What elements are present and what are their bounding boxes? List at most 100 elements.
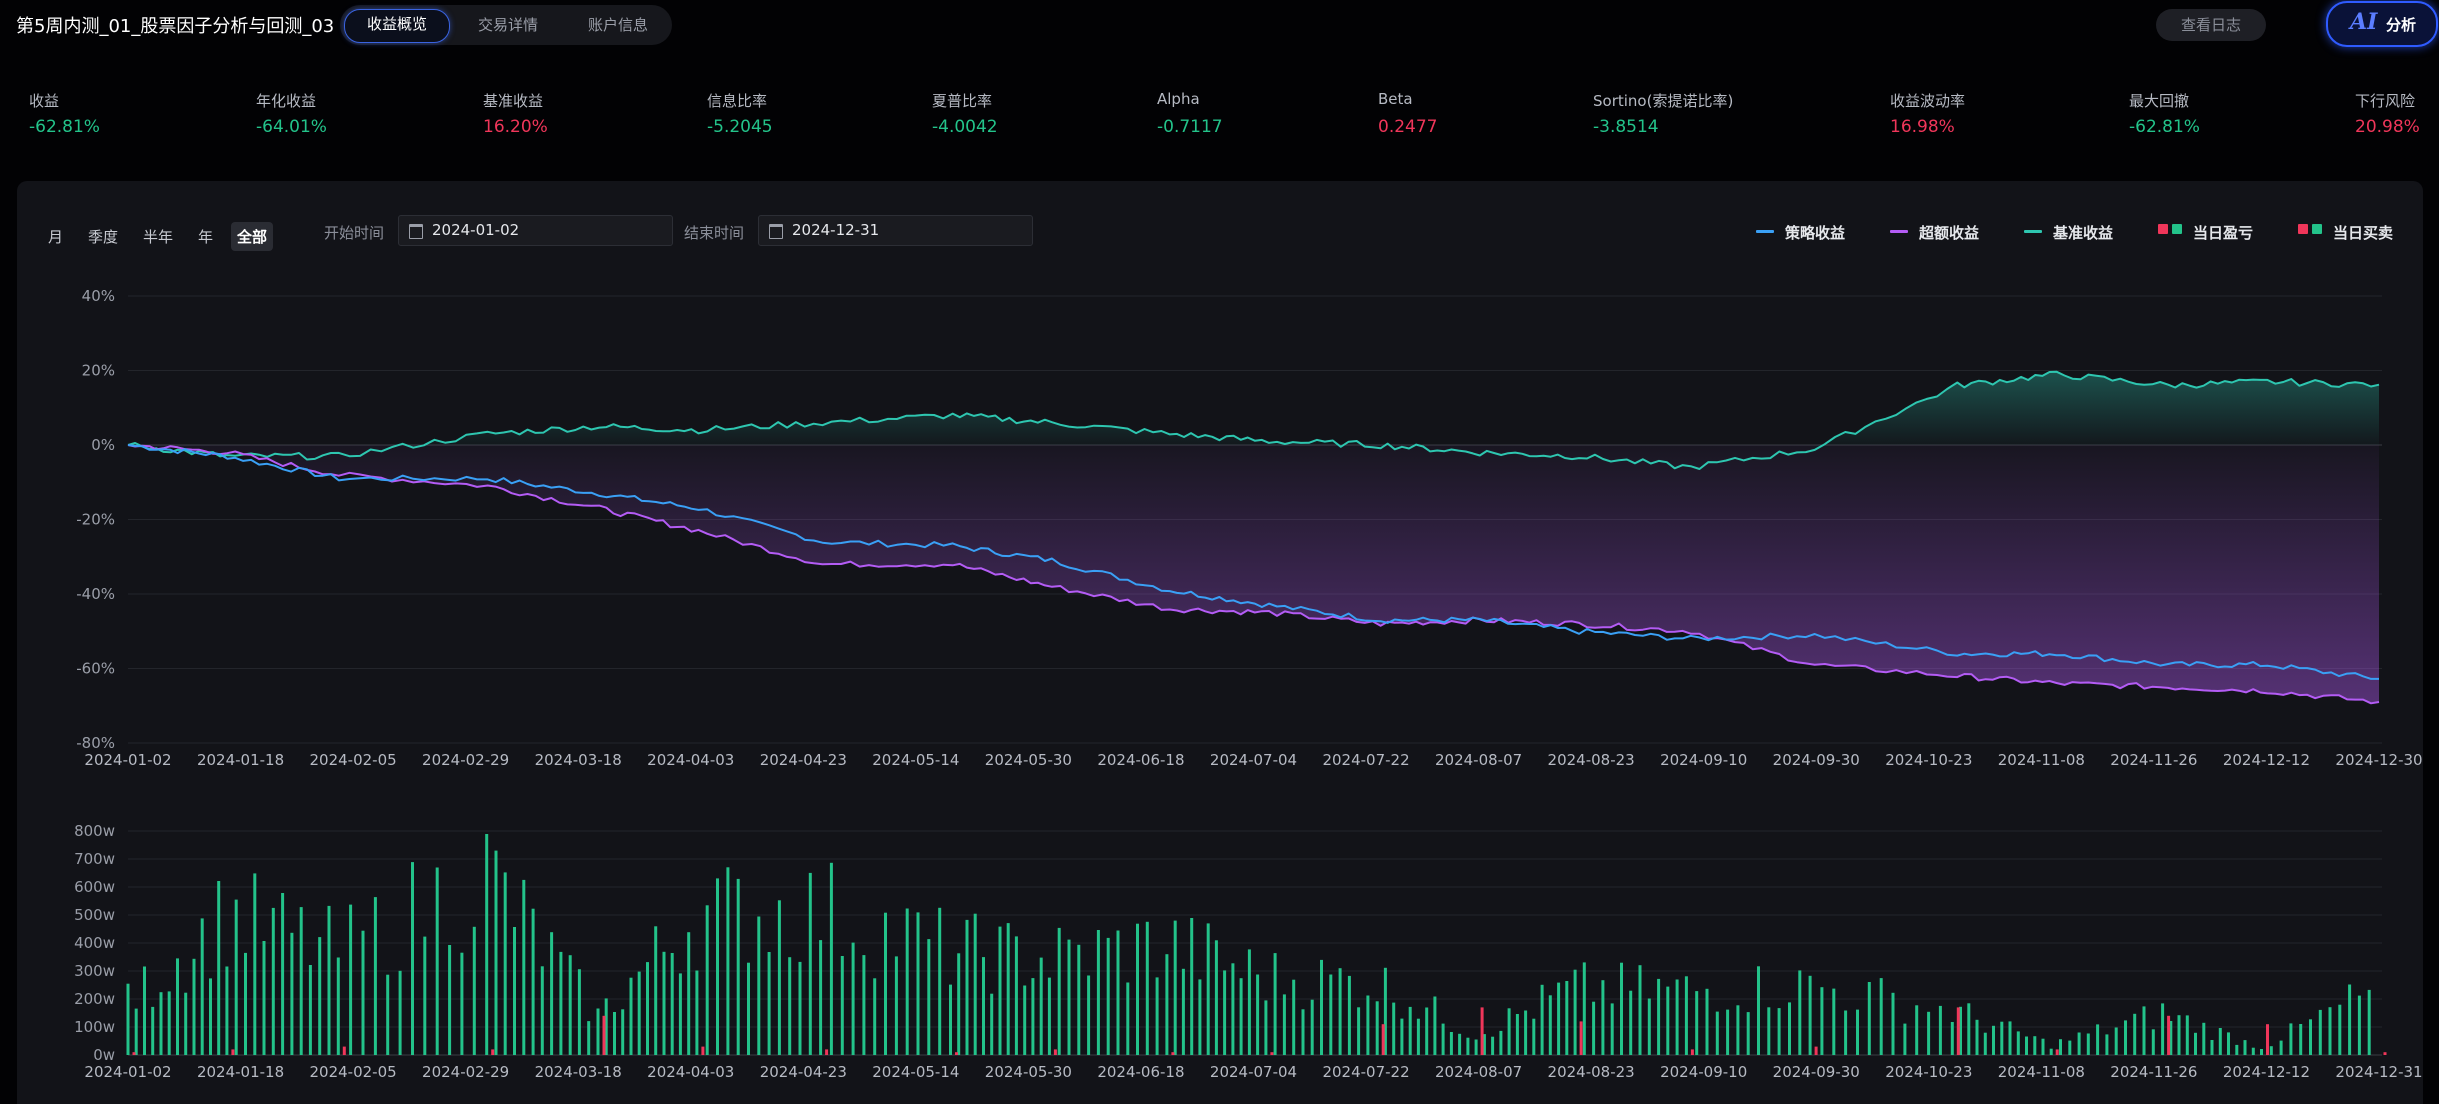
daily-trade-bar (808, 872, 812, 1055)
daily-trade-bar (2269, 1046, 2273, 1055)
daily-pnl-bar (955, 1052, 958, 1055)
daily-trade-bar (176, 958, 179, 1055)
x-tick-label: 2024-02-05 (310, 751, 397, 769)
daily-trade-bar (373, 897, 377, 1055)
daily-trade-bar (629, 977, 633, 1055)
daily-trade-bar (829, 862, 833, 1055)
daily-trade-bar (840, 956, 844, 1055)
daily-trade-bar (695, 970, 699, 1055)
bar-x-tick-label: 2024-04-03 (647, 1063, 734, 1081)
daily-trade-bar (2357, 995, 2361, 1055)
daily-trade-bar (1392, 1002, 1396, 1055)
daily-pnl-bar (1814, 1046, 1818, 1055)
daily-trade-bar (654, 926, 658, 1055)
daily-trade-bar (1638, 965, 1642, 1055)
y-tick-label: -20% (76, 511, 115, 529)
daily-trade-bar (2328, 1007, 2332, 1055)
daily-trade-bar (851, 942, 855, 1055)
daily-trade-bar (1223, 970, 1227, 1055)
daily-trade-bar (726, 867, 730, 1055)
daily-pnl-bar (2383, 1052, 2387, 1055)
daily-trade-bar (1338, 968, 1342, 1055)
daily-trade-bar (361, 930, 365, 1055)
daily-trade-bar (767, 952, 771, 1055)
daily-trade-bar (788, 957, 792, 1055)
daily-trade-bar (1757, 966, 1760, 1055)
daily-trade-bar (705, 905, 709, 1055)
daily-trade-bar (2016, 1031, 2020, 1055)
bar-x-tick-label: 2024-01-18 (197, 1063, 284, 1081)
daily-trade-bar (2096, 1024, 2100, 1055)
daily-trade-bar (398, 970, 402, 1055)
daily-trade-bar (2243, 1040, 2247, 1055)
x-tick-label: 2024-01-02 (84, 751, 171, 769)
daily-trade-bar (1798, 970, 1802, 1055)
bar-x-tick-label: 2024-09-10 (1660, 1063, 1747, 1081)
daily-trade-bar (1106, 937, 1110, 1055)
daily-pnl-bar (1270, 1052, 1274, 1055)
bar-x-tick-label: 2024-05-30 (985, 1063, 1072, 1081)
daily-trade-bar (2049, 1048, 2053, 1055)
daily-trade-bar (234, 899, 238, 1055)
daily-trade-bar (1491, 1036, 1495, 1055)
daily-pnl-bar (602, 1015, 606, 1055)
bar-x-tick-label: 2024-12-31 (2335, 1063, 2422, 1081)
daily-trade-bar (2309, 1019, 2312, 1055)
x-tick-label: 2024-03-18 (535, 751, 622, 769)
daily-trade-bar (1031, 978, 1035, 1055)
daily-trade-bar (1557, 982, 1561, 1055)
daily-trade-bar (2105, 1034, 2109, 1055)
bar-x-tick-label: 2024-08-23 (1548, 1063, 1635, 1081)
daily-trade-bar (2041, 1038, 2045, 1055)
daily-trade-bar (1087, 975, 1091, 1055)
daily-trade-bar (1515, 1014, 1519, 1055)
daily-trade-bar (1856, 1009, 1859, 1055)
daily-trade-bar (318, 937, 322, 1055)
daily-trade-bar (1548, 995, 1552, 1055)
daily-trade-bar (1891, 992, 1895, 1055)
daily-trade-bar (1592, 1001, 1596, 1055)
y-tick-label: -80% (76, 734, 115, 752)
x-tick-label: 2024-12-12 (2223, 751, 2310, 769)
bar-x-tick-label: 2024-10-23 (1885, 1063, 1972, 1081)
daily-trade-bar (736, 878, 740, 1055)
bar-y-tick-label: 400w (74, 934, 115, 952)
bar-y-tick-label: 600w (74, 878, 115, 896)
daily-trade-bar (637, 971, 641, 1055)
daily-trade-bar (596, 1008, 600, 1055)
x-tick-label: 2024-08-07 (1435, 751, 1522, 769)
daily-trade-bar (1975, 1019, 1979, 1055)
daily-trade-bar (244, 952, 247, 1055)
daily-trade-bar (1077, 944, 1081, 1055)
daily-trade-bar (411, 862, 414, 1055)
daily-trade-bar (2289, 1023, 2293, 1055)
daily-trade-bar (798, 961, 802, 1055)
daily-trade-bar (1165, 954, 1169, 1055)
daily-trade-bar (143, 966, 146, 1055)
daily-trade-bar (2142, 1006, 2146, 1055)
daily-trade-bar (916, 912, 920, 1055)
daily-trade-bar (151, 1006, 155, 1055)
daily-trade-bar (1983, 1032, 1987, 1055)
daily-trade-bar (1967, 1003, 1971, 1055)
daily-trade-bar (1357, 1007, 1361, 1055)
daily-trade-bar (225, 966, 229, 1055)
daily-trade-bar (1214, 940, 1218, 1055)
daily-trade-bar (1116, 930, 1120, 1055)
daily-pnl-bar (2055, 1049, 2059, 1055)
daily-trade-bar (1231, 963, 1235, 1055)
daily-trade-bar (1400, 1018, 1404, 1055)
daily-trade-bar (2348, 984, 2352, 1055)
daily-trade-bar (982, 957, 985, 1055)
x-tick-label: 2024-02-29 (422, 751, 509, 769)
x-tick-label: 2024-09-10 (1660, 751, 1747, 769)
daily-trade-bar (1206, 923, 1210, 1055)
daily-trade-bar (1006, 923, 1010, 1055)
daily-trade-bar (531, 908, 535, 1055)
daily-trade-bar (2025, 1036, 2028, 1055)
daily-trade-bar (2367, 989, 2371, 1055)
x-tick-label: 2024-04-03 (647, 751, 734, 769)
daily-trade-bar (460, 952, 464, 1055)
daily-trade-bar (873, 978, 877, 1055)
daily-trade-bar (308, 965, 312, 1055)
